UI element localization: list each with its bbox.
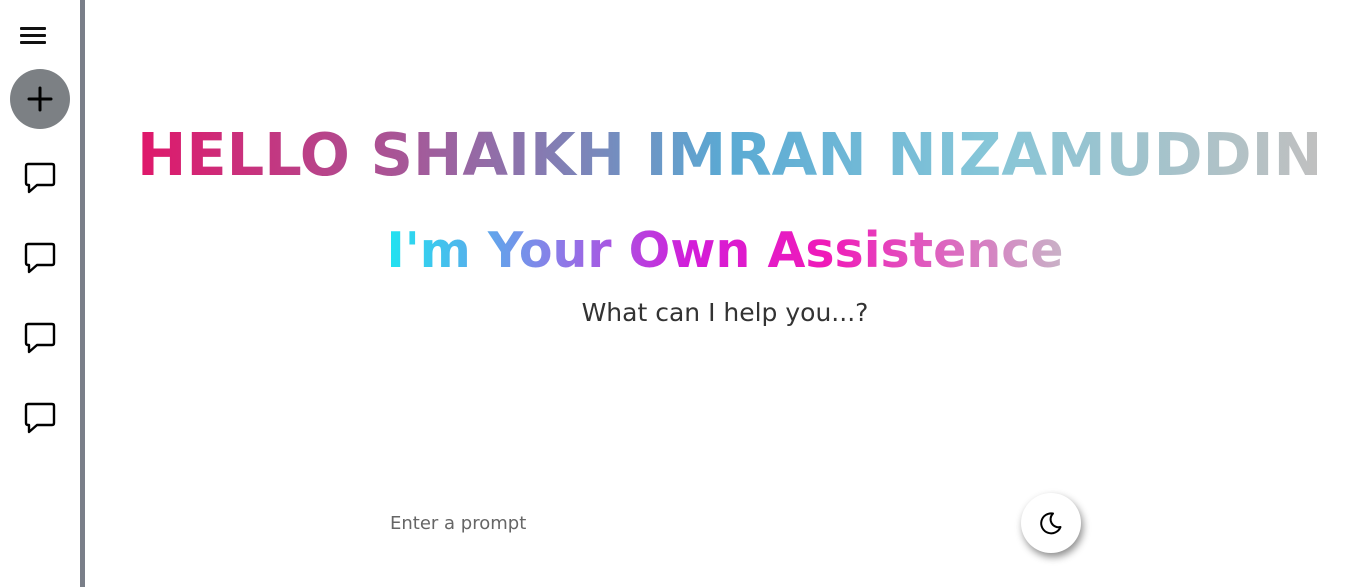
assistant-subtitle-text: I'm Your Own Assistence — [386, 222, 1064, 279]
sidebar — [0, 0, 85, 587]
speech-bubble-icon — [24, 402, 56, 434]
recent-chat-item[interactable] — [22, 400, 58, 436]
menu-button[interactable] — [20, 22, 50, 48]
help-question: What can I help you...? — [581, 298, 869, 327]
recent-chat-item[interactable] — [22, 320, 58, 356]
prompt-input[interactable] — [385, 505, 1005, 541]
moon-icon — [1040, 512, 1062, 535]
speech-bubble-icon — [24, 242, 56, 274]
greeting-heading: HELLO SHAIKH IMRAN NIZAMUDDIN, — [137, 120, 1346, 189]
main-content: HELLO SHAIKH IMRAN NIZAMUDDIN, I'm Your … — [85, 0, 1365, 587]
new-chat-button[interactable] — [10, 69, 70, 129]
assistant-subtitle: I'm Your Own Assistence — [85, 222, 1365, 279]
speech-bubble-icon — [24, 322, 56, 354]
hamburger-menu-icon — [20, 26, 46, 30]
theme-toggle-button[interactable] — [1021, 493, 1081, 553]
recent-chat-item[interactable] — [22, 160, 58, 196]
speech-bubble-icon — [24, 162, 56, 194]
recent-chat-item[interactable] — [22, 240, 58, 276]
plus-icon — [27, 86, 53, 112]
